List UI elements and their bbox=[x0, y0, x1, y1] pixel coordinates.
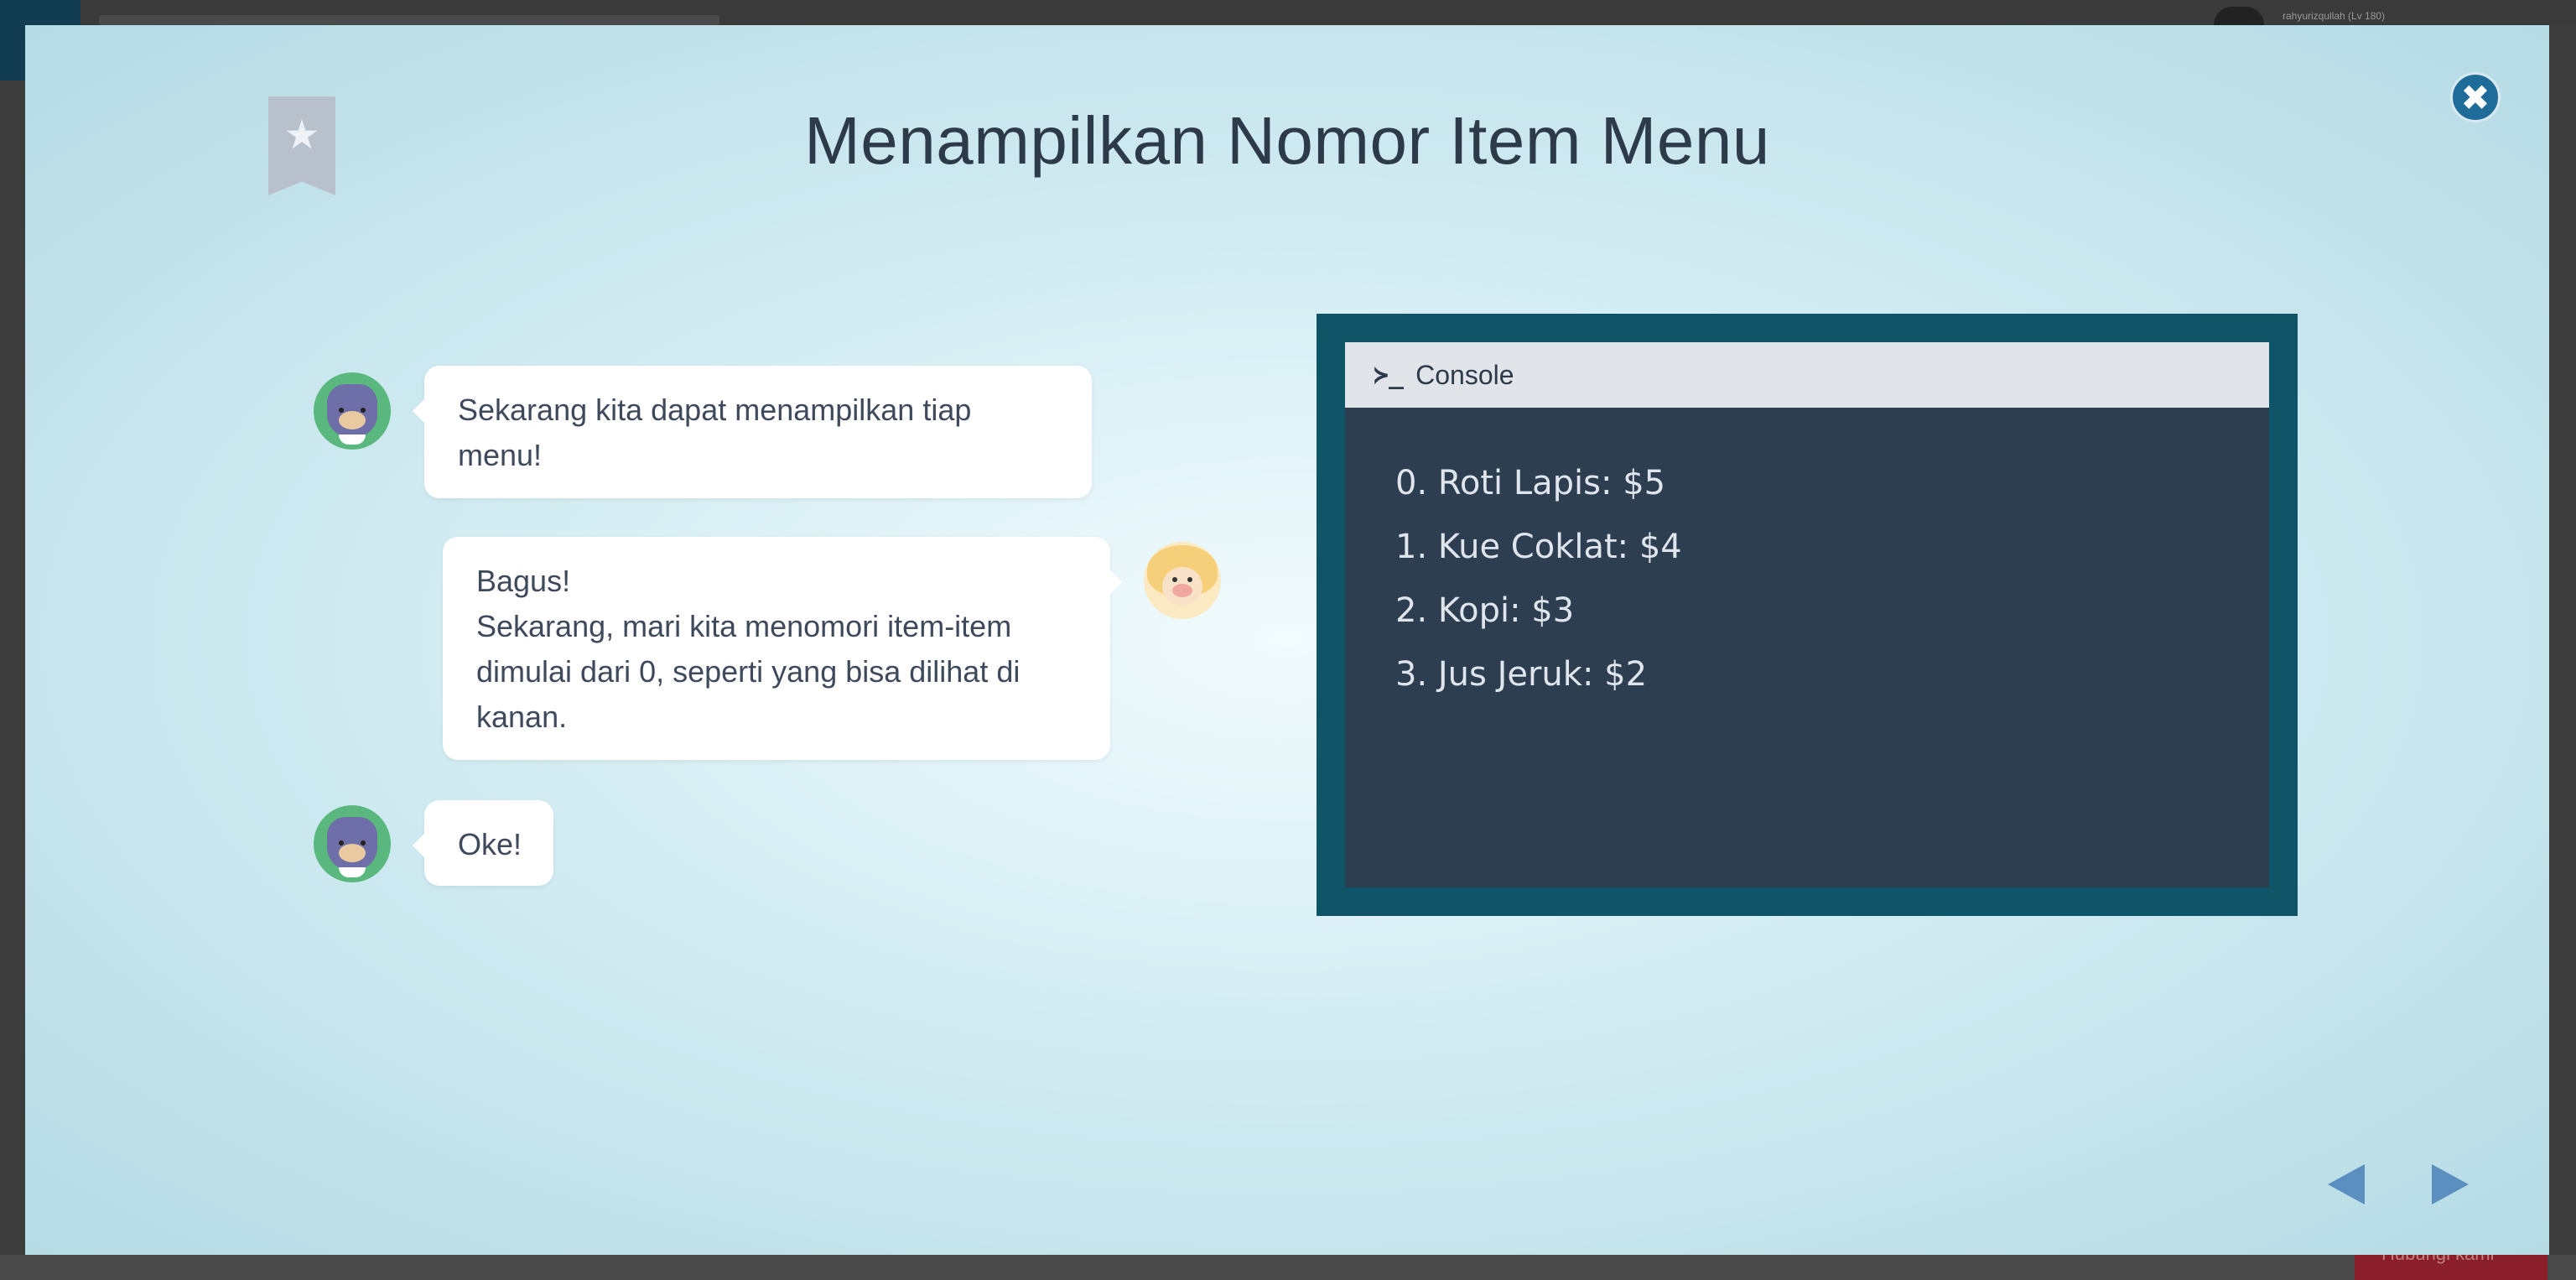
next-slide-button[interactable] bbox=[2432, 1164, 2469, 1205]
previous-slide-button[interactable] bbox=[2328, 1164, 2365, 1205]
chat-bubble-2: Bagus! Sekarang, mari kita menomori item… bbox=[443, 537, 1122, 760]
console-output-line: 3. Jus Jeruk: $2 bbox=[1395, 655, 1648, 694]
console-output: 0. Roti Lapis: $5 1. Kue Coklat: $4 2. K… bbox=[1395, 451, 1682, 706]
console-header-label: Console bbox=[1415, 359, 1514, 390]
chat-bubble-1-line-2: menu! bbox=[458, 438, 543, 472]
chat-bubble-2-line-3: dimulai dari 0, seperti yang bisa diliha… bbox=[476, 654, 1021, 689]
user-label[interactable]: rahyurizqullah (Lv 180) bbox=[2283, 10, 2385, 22]
header-search-bar bbox=[99, 15, 719, 25]
chat-bubble-3: Oke! bbox=[413, 800, 553, 886]
console-panel: ≻_ Console 0. Roti Lapis: $5 1. Kue Cokl… bbox=[1345, 342, 2269, 887]
close-icon: ✖ bbox=[2460, 76, 2490, 118]
chat-bubble-1-line-1: Sekarang kita dapat menampilkan tiap bbox=[458, 393, 972, 427]
chat-bubble-2-line-4: kanan. bbox=[476, 700, 568, 734]
page-title: Menampilkan Nomor Item Menu bbox=[804, 103, 1770, 178]
chat-bubble-2-line-1: Bagus! bbox=[476, 564, 571, 598]
chat-bubble-1: Sekarang kita dapat menampilkan tiap men… bbox=[413, 366, 1092, 498]
user-avatar[interactable] bbox=[2214, 7, 2264, 25]
sheep-avatar bbox=[1144, 542, 1221, 619]
console-header: ≻_ Console bbox=[1345, 342, 2269, 408]
cat-avatar bbox=[314, 805, 391, 882]
page-footer-backdrop bbox=[0, 1255, 2576, 1280]
chat-bubble-2-line-2: Sekarang, mari kita menomori item-item bbox=[476, 609, 1012, 643]
close-button[interactable]: ✖ bbox=[2450, 72, 2501, 122]
chat-bubble-3-line-1: Oke! bbox=[458, 827, 522, 861]
lesson-modal: ★ Menampilkan Nomor Item Menu ✖ Sekarang… bbox=[25, 25, 2549, 1255]
cat-avatar bbox=[314, 372, 391, 450]
terminal-icon: ≻_ bbox=[1374, 360, 1405, 390]
console-output-line: 0. Roti Lapis: $5 bbox=[1395, 464, 1666, 502]
console-output-line: 1. Kue Coklat: $4 bbox=[1395, 528, 1682, 566]
console-output-line: 2. Kopi: $3 bbox=[1395, 591, 1575, 630]
console-frame: ≻_ Console 0. Roti Lapis: $5 1. Kue Cokl… bbox=[1317, 314, 2298, 916]
